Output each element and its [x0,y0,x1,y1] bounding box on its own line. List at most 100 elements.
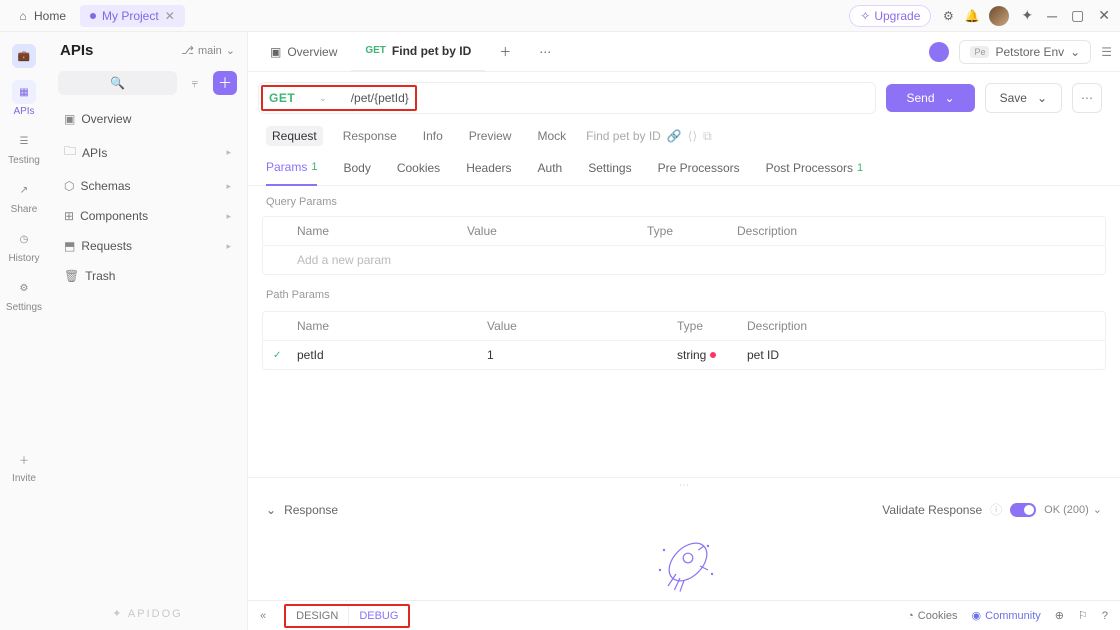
req-tab-auth[interactable]: Auth [538,160,563,185]
titlebar: ⌂ Home My Project ✕ ✧ Upgrade ⚙ 🔔 ✦ ─ ▢ … [0,0,1120,32]
sidebar-title: APIs [60,42,93,59]
tree-apis[interactable]: 🗀APIs▸ [58,137,237,168]
mode-design[interactable]: DESIGN [286,606,349,626]
sec-tab-info[interactable]: Info [417,126,449,146]
req-tab-cookies[interactable]: Cookies [397,160,440,185]
rail-settings[interactable]: ⚙Settings [4,270,44,319]
collapse-icon[interactable]: « [260,610,266,622]
url-bar[interactable]: GET ⌄ /pet/{petId} [258,82,876,114]
path-params-table: Name Value Type Description ✓ petId 1 st… [262,311,1106,370]
rail-testing[interactable]: ☰Testing [4,123,44,172]
trash-icon: 🗑 [64,269,79,283]
flag-icon[interactable]: ⚐ [1078,609,1088,622]
project-dot-icon [90,13,96,19]
sec-tab-mock[interactable]: Mock [531,126,572,146]
search-input[interactable]: 🔍 [58,71,177,95]
response-status[interactable]: OK (200)⌄ [1044,503,1102,516]
schema-icon: ⬡ [64,179,74,193]
tree-requests[interactable]: ⬒Requests▸ [58,234,237,258]
sidebar: APIs ⎇ main ⌄ 🔍 ⫧ ＋ ▣Overview 🗀APIs▸ ⬡Sc… [48,32,248,630]
tab-overview[interactable]: ▣Overview [256,32,351,72]
rail-invite[interactable]: ＋Invite [4,441,44,490]
req-tab-settings[interactable]: Settings [588,160,631,185]
upgrade-button[interactable]: ✧ Upgrade [849,5,931,27]
chevron-down-icon: ⌄ [319,93,327,104]
query-params-title: Query Params [248,186,1120,212]
req-tab-headers[interactable]: Headers [466,160,511,185]
tree-trash[interactable]: 🗑Trash [58,264,237,288]
footer-cookies[interactable]: ◔Cookies [907,610,957,622]
minimize-icon[interactable]: ─ [1045,6,1059,26]
sec-tab-response[interactable]: Response [337,126,403,146]
tree-overview[interactable]: ▣Overview [58,107,237,131]
sec-tab-request[interactable]: Request [266,126,323,146]
response-title: Response [284,503,338,517]
components-icon: ⊞ [64,209,74,223]
query-params-table: Name Value Type Description Add a new pa… [262,216,1106,275]
rail-share[interactable]: ↗Share [4,172,44,221]
settings-icon: ⚙ [12,276,36,300]
branch-select[interactable]: ⎇ main ⌄ [181,44,235,57]
home-label: Home [34,9,66,23]
more-button[interactable]: ⋯ [1072,83,1102,113]
avatar[interactable] [989,6,1009,26]
rail-history[interactable]: ◷History [4,221,44,270]
menu-icon[interactable]: ☰ [1101,45,1112,59]
help-icon[interactable]: ? [1102,610,1108,622]
method-select[interactable]: GET ⌄ /pet/{petId} [261,85,417,111]
mode-debug[interactable]: DEBUG [349,606,408,626]
req-tab-body[interactable]: Body [343,160,370,185]
breadcrumb: Find pet by ID 🔗 ⟨⟩ ⧉ [586,129,712,144]
main: ▣Overview GETFind pet by ID ＋ ⋯ PePetsto… [248,32,1120,630]
rail-apis[interactable]: ▦APIs [4,74,44,123]
env-select[interactable]: PePetstore Env⌄ [959,40,1091,64]
sec-tab-preview[interactable]: Preview [463,126,518,146]
gear-icon[interactable]: ⚙ [941,9,955,23]
maximize-icon[interactable]: ▢ [1069,5,1086,26]
check-icon: ✓ [273,350,297,361]
info-icon[interactable]: ⓘ [990,501,1002,518]
bell-icon[interactable]: 🔔 [965,9,979,23]
tree-components[interactable]: ⊞Components▸ [58,204,237,228]
save-button[interactable]: Save⌄ [985,83,1062,113]
home-tab[interactable]: ⌂ Home [8,5,74,27]
resize-handle[interactable]: ⋯ [248,477,1120,493]
code-icon[interactable]: ⟨⟩ [688,129,697,143]
validate-toggle[interactable] [1010,503,1036,517]
rail-project[interactable]: 💼 [4,38,44,74]
left-rail: 💼 ▦APIs ☰Testing ↗Share ◷History ⚙Settin… [0,32,48,630]
tab-active[interactable]: GETFind pet by ID [351,32,485,72]
add-button[interactable]: ＋ [213,71,237,95]
discord-icon: ◉ [972,609,982,622]
plus-icon: ＋ [499,43,511,60]
path-param-row[interactable]: ✓ petId 1 string pet ID [263,341,1105,369]
required-icon [710,352,716,358]
window-close-icon[interactable]: ✕ [1096,5,1112,26]
filter-button[interactable]: ⫧ [183,71,207,95]
send-button[interactable]: Send⌄ [886,84,974,112]
req-tab-params[interactable]: Params1 [266,160,317,186]
copy-icon[interactable]: ⧉ [703,129,712,144]
cookie-icon: ◔ [907,610,914,622]
tree-schemas[interactable]: ⬡Schemas▸ [58,174,237,198]
project-tab[interactable]: My Project ✕ [80,5,185,27]
folder-icon: 🗀 [64,142,76,163]
project-label: My Project [102,9,159,23]
requests-icon: ⬒ [64,239,75,253]
chevron-down-icon[interactable]: ⌄ [266,503,276,517]
tab-add[interactable]: ＋ [485,32,525,72]
plus-circle-icon[interactable]: ⊕ [1055,609,1064,622]
footer-community[interactable]: ◉Community [972,609,1041,622]
upgrade-label: Upgrade [874,9,920,23]
req-tab-pre[interactable]: Pre Processors [658,160,740,185]
mode-switch[interactable]: DESIGN DEBUG [284,604,410,628]
pin-icon[interactable]: ✦ [1019,5,1035,26]
tab-more[interactable]: ⋯ [525,32,565,72]
validate-label: Validate Response [882,503,982,517]
add-param-row[interactable]: Add a new param [263,246,1105,274]
assistant-button[interactable] [929,42,949,62]
chevron-down-icon: ⌄ [226,44,235,57]
req-tab-post[interactable]: Post Processors1 [766,160,864,185]
link-icon[interactable]: 🔗 [667,129,682,143]
close-icon[interactable]: ✕ [165,9,175,23]
